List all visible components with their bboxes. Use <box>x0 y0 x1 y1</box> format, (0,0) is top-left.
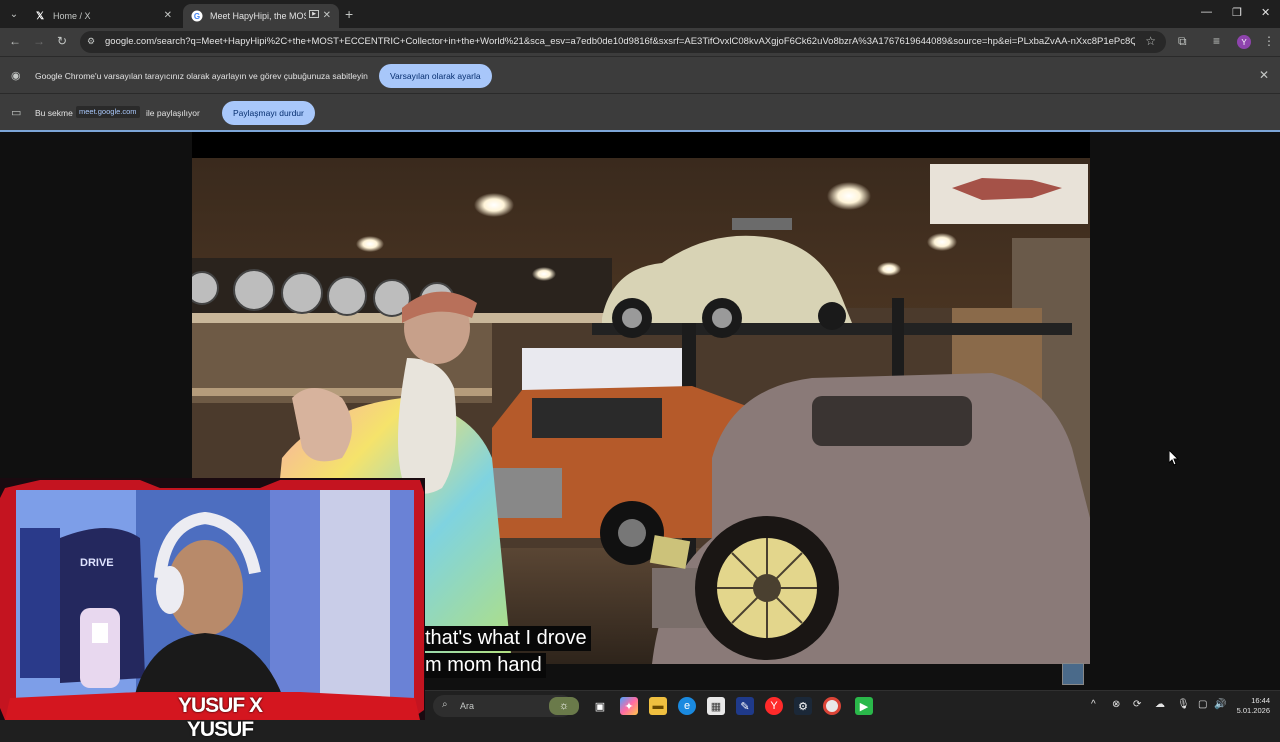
svg-text:G: G <box>194 12 200 21</box>
sharing-prefix: Bu sekme <box>35 108 73 118</box>
webcam-feed: DRIVE <box>0 478 425 720</box>
streamer-name-banner: YUSUF X YUSUF <box>177 694 263 741</box>
site-info-icon[interactable]: ⚙ <box>87 36 95 47</box>
tab-search-button[interactable]: ⌄ <box>4 4 24 24</box>
chrome-icon: ◉ <box>11 70 21 82</box>
minimize-icon[interactable]: — <box>1201 6 1212 18</box>
infobar-message: Google Chrome'u varsayılan tarayıcınız o… <box>35 71 368 81</box>
copilot-icon[interactable]: ✦ <box>620 697 638 715</box>
extensions-icon[interactable]: ⧉ <box>1178 34 1187 49</box>
subtitle-line-2: m mom hand <box>421 653 546 678</box>
chevron-down-icon: ⌄ <box>9 8 19 20</box>
google-icon: G <box>191 10 203 22</box>
chrome-icon[interactable] <box>823 697 841 715</box>
tab-meet-hapyhipi[interactable]: G Meet HapyHipi, the MOST ▶ ✕ <box>183 4 339 28</box>
set-default-button[interactable]: Varsayılan olarak ayarla <box>379 64 492 88</box>
steam-icon[interactable]: ⚙ <box>794 697 812 715</box>
chevron-up-icon[interactable]: ^ <box>1091 699 1096 710</box>
microphone-icon[interactable]: 🎙 <box>1177 699 1190 710</box>
close-icon[interactable]: ✕ <box>1259 68 1269 82</box>
tab-title: Meet HapyHipi, the MOST <box>210 11 306 21</box>
address-bar[interactable]: ⚙ google.com/search?q=Meet+HapyHipi%2C+t… <box>80 31 1166 53</box>
video-letterbox <box>192 132 1090 158</box>
clock-date: 5.01.2026 <box>1236 706 1270 715</box>
tab-strip: ⌄ 𝕏 Home / X ✕ G Meet HapyHipi, the MOST… <box>0 0 1280 28</box>
media-playing-icon[interactable]: ▶ <box>309 10 319 18</box>
x-logo-icon: 𝕏 <box>35 10 45 22</box>
volume-icon[interactable]: 🔊 <box>1214 699 1226 710</box>
stop-sharing-button[interactable]: Paylaşmayı durdur <box>222 101 315 125</box>
close-tab-icon[interactable]: ✕ <box>323 10 331 21</box>
bookmark-star-icon[interactable]: ☆ <box>1145 34 1156 48</box>
url-text[interactable]: google.com/search?q=Meet+HapyHipi%2C+the… <box>105 36 1135 47</box>
meet-app-icon[interactable]: ▶ <box>855 697 873 715</box>
profile-avatar[interactable]: Y <box>1237 35 1251 49</box>
windows-taskbar: ⌕ Ara ☼ ▣ ✦ ▬ e ▦ ✎ Y ⚙ ▶ ^ ⊗ ⟳ ☁ 🎙 ▢ 🔊 … <box>425 690 1280 720</box>
back-arrow-icon[interactable]: ← <box>9 34 21 48</box>
search-icon: ⌕ <box>442 699 448 710</box>
store-icon[interactable]: ▦ <box>707 697 725 715</box>
subtitle-line-1: that's what I drove <box>421 626 591 651</box>
app-icon[interactable]: ✎ <box>736 697 754 715</box>
system-clock[interactable]: 16:44 5.01.2026 <box>1237 696 1270 716</box>
tab-home-x[interactable]: 𝕏 Home / X ✕ <box>26 4 180 28</box>
forward-arrow-icon[interactable]: → <box>33 34 45 48</box>
close-window-icon[interactable]: ✕ <box>1261 6 1270 19</box>
search-label: Ara <box>460 701 475 711</box>
sync-icon[interactable]: ⟳ <box>1133 699 1141 710</box>
media-controls-icon[interactable]: ≡ <box>1213 34 1220 48</box>
reload-icon[interactable]: ↻ <box>57 34 67 48</box>
tab-title: Home / X <box>53 11 91 21</box>
file-explorer-icon[interactable]: ▬ <box>649 697 667 715</box>
participant-thumbnail[interactable] <box>1062 663 1084 685</box>
tab-sharing-infobar: ▭ Bu sekme meet.google.com ile paylaşılı… <box>0 93 1280 130</box>
default-browser-infobar: ◉ Google Chrome'u varsayılan tarayıcınız… <box>0 56 1280 93</box>
network-icon[interactable]: ▢ <box>1198 699 1207 710</box>
mouse-cursor-icon <box>1168 448 1181 471</box>
screen-share-icon: ▭ <box>11 107 22 119</box>
edge-icon[interactable]: e <box>678 697 696 715</box>
onedrive-icon[interactable]: ☁ <box>1155 699 1165 710</box>
tray-app-icon[interactable]: ⊗ <box>1112 699 1120 710</box>
new-tab-button[interactable]: + <box>345 6 353 22</box>
sharing-suffix: ile paylaşılıyor <box>146 108 200 118</box>
clock-time: 16:44 <box>1251 696 1270 705</box>
sharing-domain: meet.google.com <box>76 106 140 118</box>
task-view-icon[interactable]: ▣ <box>591 697 609 715</box>
maximize-icon[interactable]: ❐ <box>1232 6 1242 19</box>
browser-toolbar: ← → ↻ ⚙ google.com/search?q=Meet+HapyHip… <box>0 28 1280 56</box>
close-tab-icon[interactable]: ✕ <box>164 10 172 21</box>
yandex-icon[interactable]: Y <box>765 697 783 715</box>
webcam-overlay: DRIVE <box>0 478 425 720</box>
menu-dots-icon[interactable]: ⋮ <box>1263 34 1275 48</box>
chair-brand-text: DRIVE <box>80 557 114 569</box>
widgets-icon[interactable]: ☼ <box>549 697 579 715</box>
